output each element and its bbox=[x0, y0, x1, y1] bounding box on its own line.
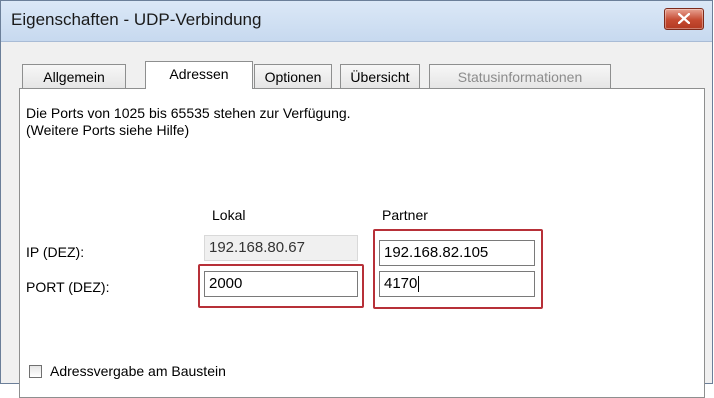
port-label: PORT (DEZ): bbox=[26, 279, 110, 295]
tab-optionen[interactable]: Optionen bbox=[254, 64, 332, 88]
title-bar[interactable]: Eigenschaften - UDP-Verbindung bbox=[1, 1, 712, 42]
partner-column-header: Partner bbox=[382, 207, 428, 223]
ip-label: IP (DEZ): bbox=[26, 244, 85, 260]
close-icon bbox=[678, 13, 690, 24]
ports-help-text: (Weitere Ports siehe Hilfe) bbox=[26, 122, 190, 138]
properties-window: Eigenschaften - UDP-Verbindung Allgemein… bbox=[0, 0, 713, 398]
dialog-client-area: Allgemein Adressen Optionen Übersicht St… bbox=[5, 42, 708, 398]
partner-highlight bbox=[373, 229, 543, 309]
tab-uebersicht[interactable]: Übersicht bbox=[340, 64, 420, 88]
close-button[interactable] bbox=[664, 8, 704, 30]
local-port-highlight bbox=[198, 264, 364, 308]
tab-adressen[interactable]: Adressen bbox=[145, 61, 253, 89]
tab-allgemein[interactable]: Allgemein bbox=[22, 64, 126, 88]
tab-statusinformationen: Statusinformationen bbox=[429, 64, 611, 88]
window-title: Eigenschaften - UDP-Verbindung bbox=[11, 10, 262, 29]
local-ip-field: 192.168.80.67 bbox=[204, 235, 358, 261]
address-assignment-label[interactable]: Adressvergabe am Baustein bbox=[50, 363, 226, 379]
address-assignment-checkbox[interactable] bbox=[29, 365, 42, 378]
local-column-header: Lokal bbox=[212, 207, 246, 223]
tab-panel-adressen: Die Ports von 1025 bis 65535 stehen zur … bbox=[19, 88, 705, 398]
ports-info-text: Die Ports von 1025 bis 65535 stehen zur … bbox=[26, 105, 351, 121]
